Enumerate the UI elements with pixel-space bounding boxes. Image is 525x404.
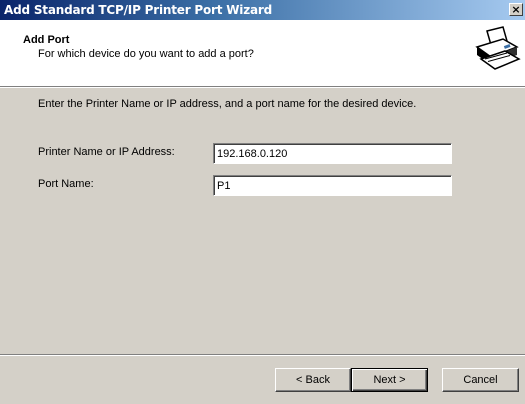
- page-title: Add Port: [23, 34, 70, 46]
- next-button[interactable]: Next >: [351, 368, 428, 392]
- wizard-header: Add Port For which device do you want to…: [0, 20, 525, 87]
- port-name-input[interactable]: [213, 175, 452, 196]
- instruction-text: Enter the Printer Name or IP address, an…: [38, 98, 417, 110]
- window-title: Add Standard TCP/IP Printer Port Wizard: [4, 3, 272, 17]
- page-subtitle: For which device do you want to add a po…: [38, 48, 254, 60]
- header-separator: [0, 87, 525, 88]
- cancel-button[interactable]: Cancel: [442, 368, 519, 392]
- wizard-window: Add Standard TCP/IP Printer Port Wizard …: [0, 0, 525, 404]
- close-button[interactable]: ×: [509, 3, 523, 16]
- footer-divider-highlight: [0, 355, 525, 356]
- printer-name-label: Printer Name or IP Address:: [38, 146, 175, 158]
- port-name-label: Port Name:: [38, 178, 94, 190]
- back-button[interactable]: < Back: [275, 368, 351, 392]
- printer-name-input[interactable]: [213, 143, 452, 164]
- title-bar[interactable]: Add Standard TCP/IP Printer Port Wizard …: [0, 0, 525, 20]
- printer-icon: [475, 26, 521, 70]
